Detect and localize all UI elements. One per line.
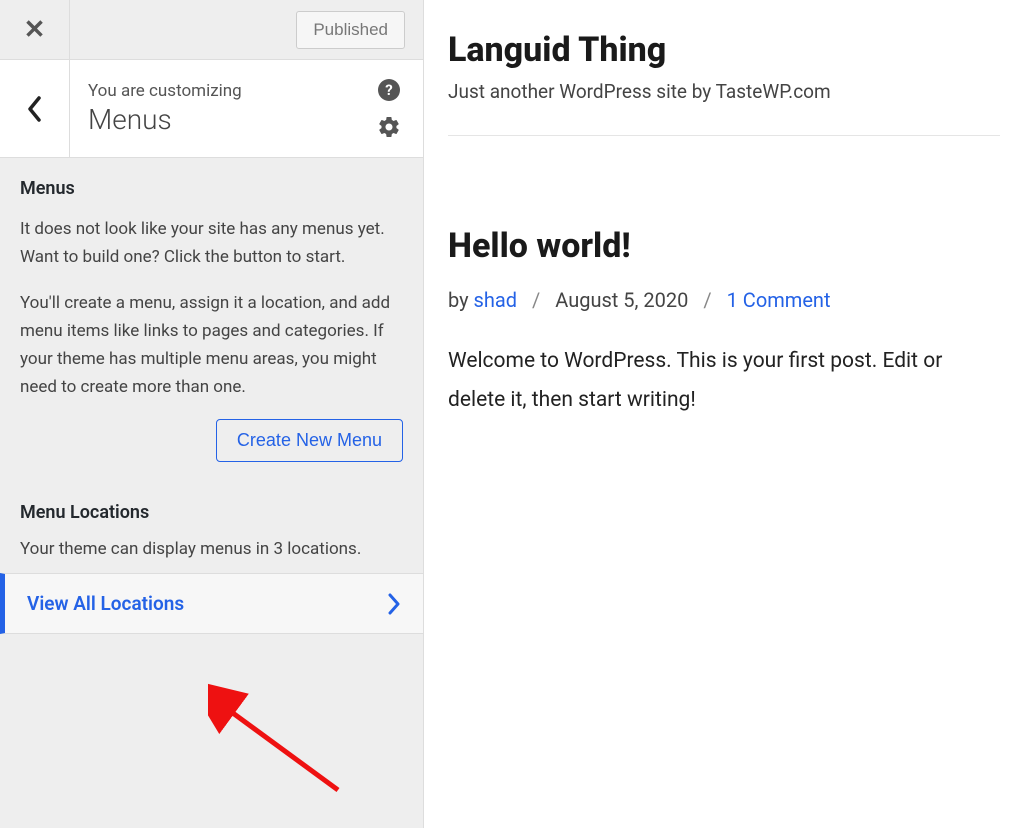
post-comments-link[interactable]: 1 Comment — [727, 288, 831, 312]
menus-heading: Menus — [20, 178, 403, 199]
meta-separator: / — [703, 288, 711, 312]
view-all-locations-label: View All Locations — [27, 592, 184, 615]
publish-status-button[interactable]: Published — [296, 11, 405, 49]
customizer-panel: ✕ Published You are customizing Menus ? … — [0, 0, 424, 828]
post-meta: by shad / August 5, 2020 / 1 Comment — [448, 288, 1000, 312]
close-button[interactable]: ✕ — [0, 0, 70, 60]
annotation-arrow — [208, 680, 358, 810]
help-icon[interactable]: ? — [378, 79, 400, 101]
site-tagline: Just another WordPress site by TasteWP.c… — [448, 80, 1000, 136]
customizer-header: You are customizing Menus ? — [0, 60, 423, 158]
gear-icon[interactable] — [377, 115, 401, 139]
post-author-link[interactable]: shad — [474, 288, 518, 312]
site-preview: Languid Thing Just another WordPress sit… — [424, 0, 1024, 828]
meta-separator: / — [532, 288, 540, 312]
post-body: Welcome to WordPress. This is your first… — [448, 342, 1000, 420]
menus-section: Menus It does not look like your site ha… — [0, 158, 423, 482]
close-icon: ✕ — [24, 15, 46, 45]
post-date: August 5, 2020 — [555, 288, 688, 312]
chevron-right-icon — [387, 593, 401, 615]
menu-locations-description: Your theme can display menus in 3 locati… — [20, 539, 403, 559]
create-new-menu-button[interactable]: Create New Menu — [216, 419, 403, 462]
menus-description-2: You'll create a menu, assign it a locati… — [20, 289, 403, 401]
customizing-label: You are customizing — [88, 81, 359, 101]
customizer-topbar: ✕ Published — [0, 0, 423, 60]
menu-locations-heading: Menu Locations — [20, 502, 403, 523]
menus-description-1: It does not look like your site has any … — [20, 215, 403, 271]
back-button[interactable] — [0, 60, 70, 158]
chevron-left-icon — [27, 96, 43, 122]
post-title[interactable]: Hello world! — [448, 226, 1000, 266]
by-label: by — [448, 288, 474, 312]
view-all-locations-row[interactable]: View All Locations — [0, 573, 423, 634]
menu-locations-section: Menu Locations Your theme can display me… — [0, 482, 423, 573]
site-title: Languid Thing — [448, 30, 1000, 70]
panel-title: Menus — [88, 103, 359, 136]
